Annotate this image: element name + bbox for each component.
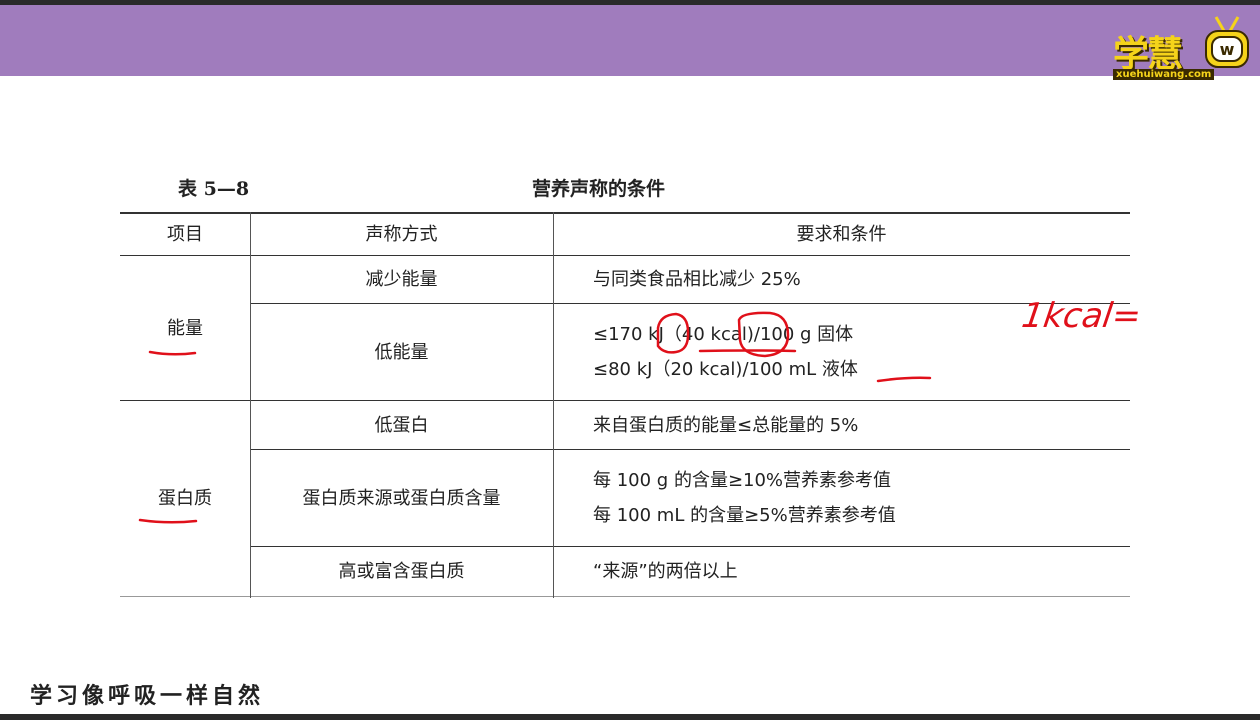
underline-liquid [876,376,932,383]
circle-kj [656,312,690,354]
underline-protein [138,518,198,524]
handwritten-annotation: 1kcal= [1019,296,1144,336]
underline-kcal [698,349,797,353]
underline-energy [148,350,197,356]
footer-slogan: 学习像呼吸一样自然 [30,683,265,709]
bottom-strip [0,714,1260,720]
handwritten-markup [138,311,932,524]
